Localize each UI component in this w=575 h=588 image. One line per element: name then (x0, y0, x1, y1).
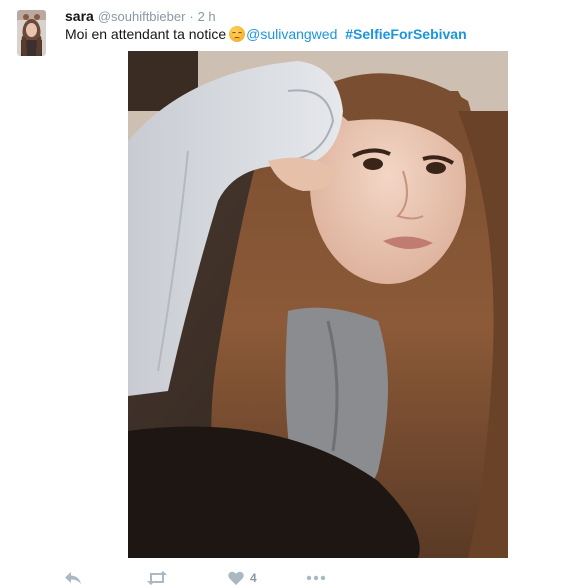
tweet-actions: 4 (64, 568, 364, 588)
retweet-icon (146, 571, 168, 585)
tweet-header: sara @souhiftbieber · 2 h (65, 7, 216, 26)
avatar[interactable] (17, 10, 46, 56)
user-handle[interactable]: @souhiftbieber (98, 9, 186, 24)
retweet-button[interactable] (146, 568, 168, 588)
mention-link[interactable]: @sulivangwed (246, 26, 337, 42)
more-button[interactable] (306, 568, 326, 588)
reply-button[interactable] (64, 568, 82, 588)
user-name[interactable]: sara (65, 8, 94, 24)
hashtag-link[interactable]: #SelfieForSebivan (345, 26, 466, 42)
like-button[interactable]: 4 (228, 568, 257, 588)
disappointed-face-icon (229, 26, 246, 42)
tweet-text: Moi en attendant ta notice @sulivangwed #… (65, 25, 467, 44)
separator: · (189, 9, 194, 24)
reply-icon (64, 571, 82, 585)
timestamp[interactable]: 2 h (198, 9, 216, 24)
tweet-photo[interactable] (128, 51, 508, 558)
tweet-body: Moi en attendant ta notice (65, 26, 227, 42)
like-count: 4 (250, 571, 257, 585)
tweet: sara @souhiftbieber · 2 h Moi en attendan… (0, 0, 575, 588)
more-icon (306, 575, 326, 581)
heart-icon (228, 571, 244, 585)
